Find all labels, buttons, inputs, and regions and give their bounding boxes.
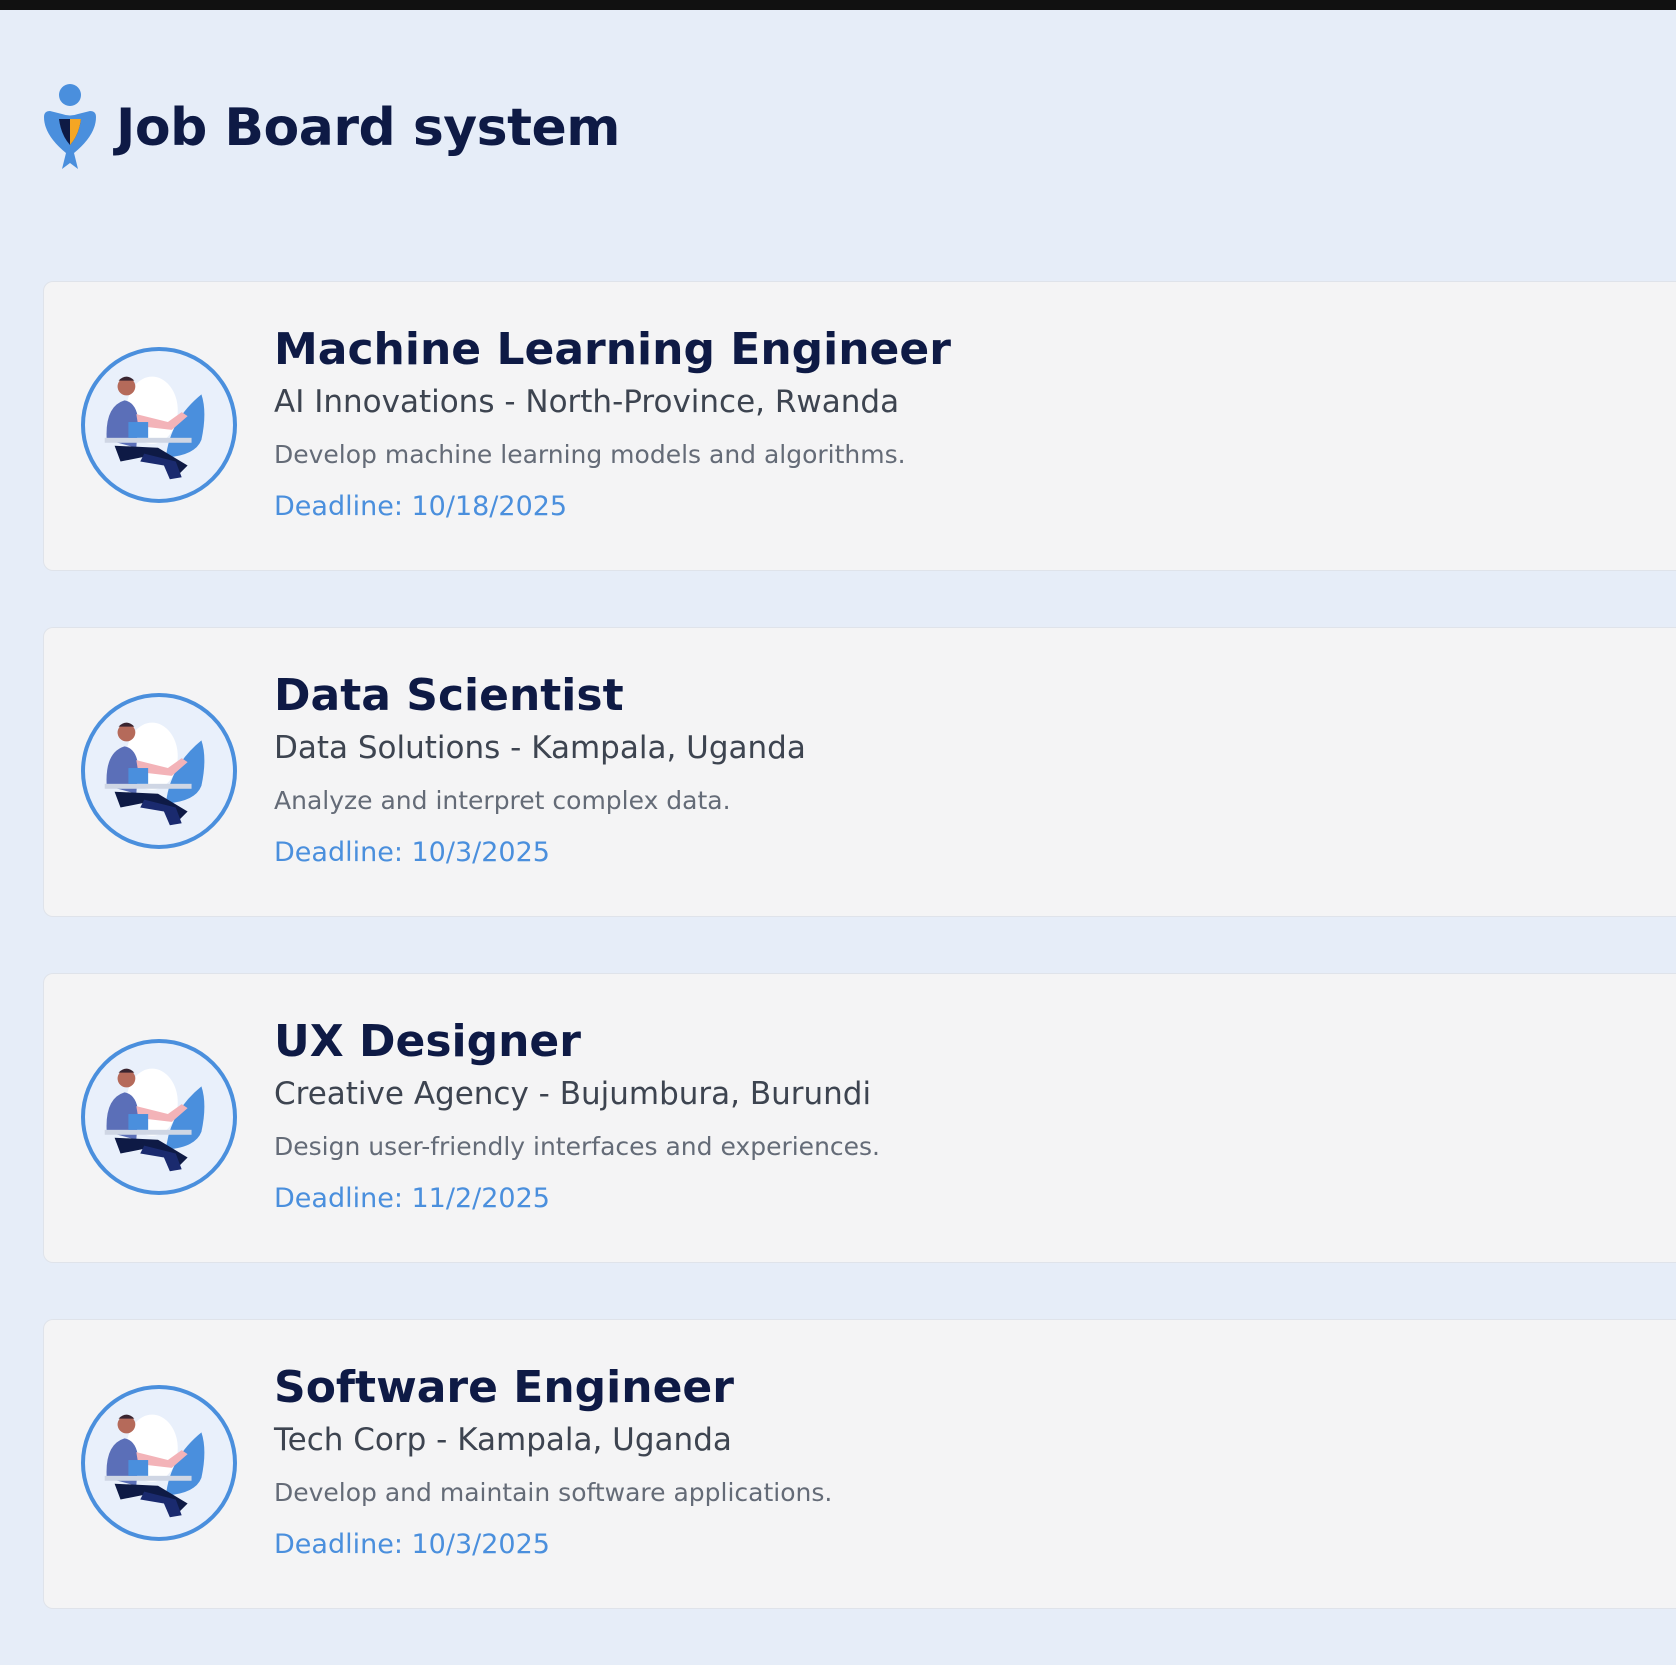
- worker-at-desk-illustration-icon: [104, 376, 205, 480]
- job-description: Design user-friendly interfaces and expe…: [274, 1132, 881, 1161]
- job-card[interactable]: Data Scientist Data Solutions - Kampala,…: [43, 627, 1676, 917]
- job-company-location: Creative Agency - Bujumbura, Burundi: [274, 1076, 872, 1112]
- job-info: Machine Learning Engineer AI Innovations…: [274, 322, 1656, 524]
- job-description: Develop and maintain software applicatio…: [274, 1478, 833, 1507]
- job-avatar: [81, 1039, 237, 1195]
- job-info: Data Scientist Data Solutions - Kampala,…: [274, 668, 1656, 870]
- job-avatar: [81, 1385, 237, 1541]
- job-card[interactable]: Software Engineer Tech Corp - Kampala, U…: [43, 1319, 1676, 1609]
- job-avatar: [81, 347, 237, 503]
- app-title: Job Board system: [116, 98, 620, 158]
- job-company-location: Tech Corp - Kampala, Uganda: [274, 1422, 732, 1458]
- job-deadline: Deadline: 10/18/2025: [274, 491, 568, 522]
- job-title[interactable]: UX Designer: [274, 1014, 1656, 1070]
- job-info: UX Designer Creative Agency - Bujumbura,…: [274, 1014, 1656, 1216]
- job-company-location: Data Solutions - Kampala, Uganda: [274, 730, 806, 766]
- job-description: Develop machine learning models and algo…: [274, 440, 906, 469]
- window-top-bar: [0, 0, 1676, 10]
- worker-at-desk-illustration-icon: [104, 1414, 205, 1518]
- job-board-logo-icon[interactable]: [40, 83, 100, 173]
- job-deadline: Deadline: 11/2/2025: [274, 1183, 550, 1214]
- job-title[interactable]: Software Engineer: [274, 1360, 1656, 1416]
- job-title[interactable]: Data Scientist: [274, 668, 1656, 724]
- job-deadline: Deadline: 10/3/2025: [274, 837, 550, 868]
- job-description: Analyze and interpret complex data.: [274, 786, 731, 815]
- job-list: Machine Learning Engineer AI Innovations…: [43, 281, 1676, 1665]
- worker-at-desk-illustration-icon: [104, 1068, 205, 1172]
- worker-at-desk-illustration-icon: [104, 722, 205, 826]
- job-card[interactable]: Machine Learning Engineer AI Innovations…: [43, 281, 1676, 571]
- job-deadline: Deadline: 10/3/2025: [274, 1529, 550, 1560]
- job-info: Software Engineer Tech Corp - Kampala, U…: [274, 1360, 1656, 1562]
- job-avatar: [81, 693, 237, 849]
- job-title[interactable]: Machine Learning Engineer: [274, 322, 1656, 378]
- app-header: Job Board system: [40, 82, 620, 174]
- job-card[interactable]: UX Designer Creative Agency - Bujumbura,…: [43, 973, 1676, 1263]
- job-company-location: AI Innovations - North-Province, Rwanda: [274, 384, 900, 420]
